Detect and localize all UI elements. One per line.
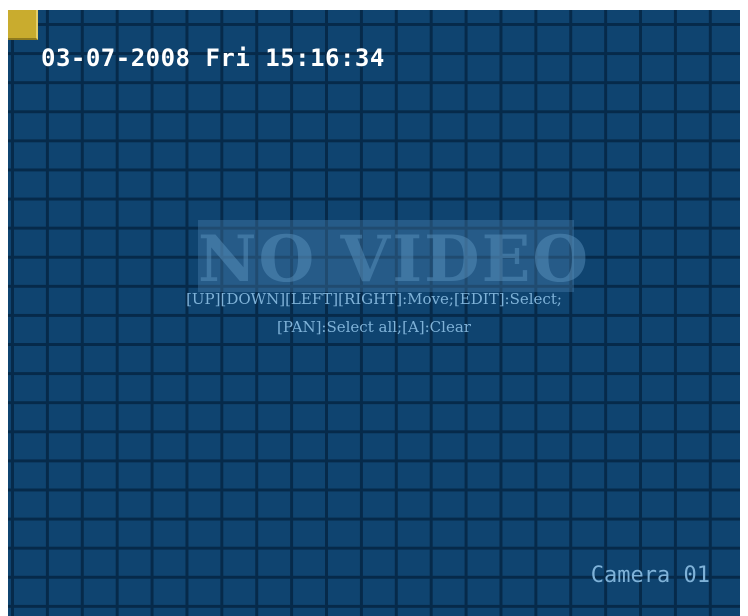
video-motion-grid-screen[interactable]: 03-07-2008 Fri 15:16:34 NO VIDEO [UP][DO… — [8, 10, 740, 616]
datetime-overlay: 03-07-2008 Fri 15:16:34 — [41, 44, 385, 72]
instruction-line-2: [PAN]:Select all;[A]:Clear — [277, 318, 471, 336]
no-video-text: NO VIDEO — [198, 222, 591, 297]
camera-label: Camera 01 — [590, 563, 710, 588]
grid-cursor-marker[interactable] — [8, 10, 38, 40]
instruction-line-1: [UP][DOWN][LEFT][RIGHT]:Move;[EDIT]:Sele… — [186, 290, 562, 308]
